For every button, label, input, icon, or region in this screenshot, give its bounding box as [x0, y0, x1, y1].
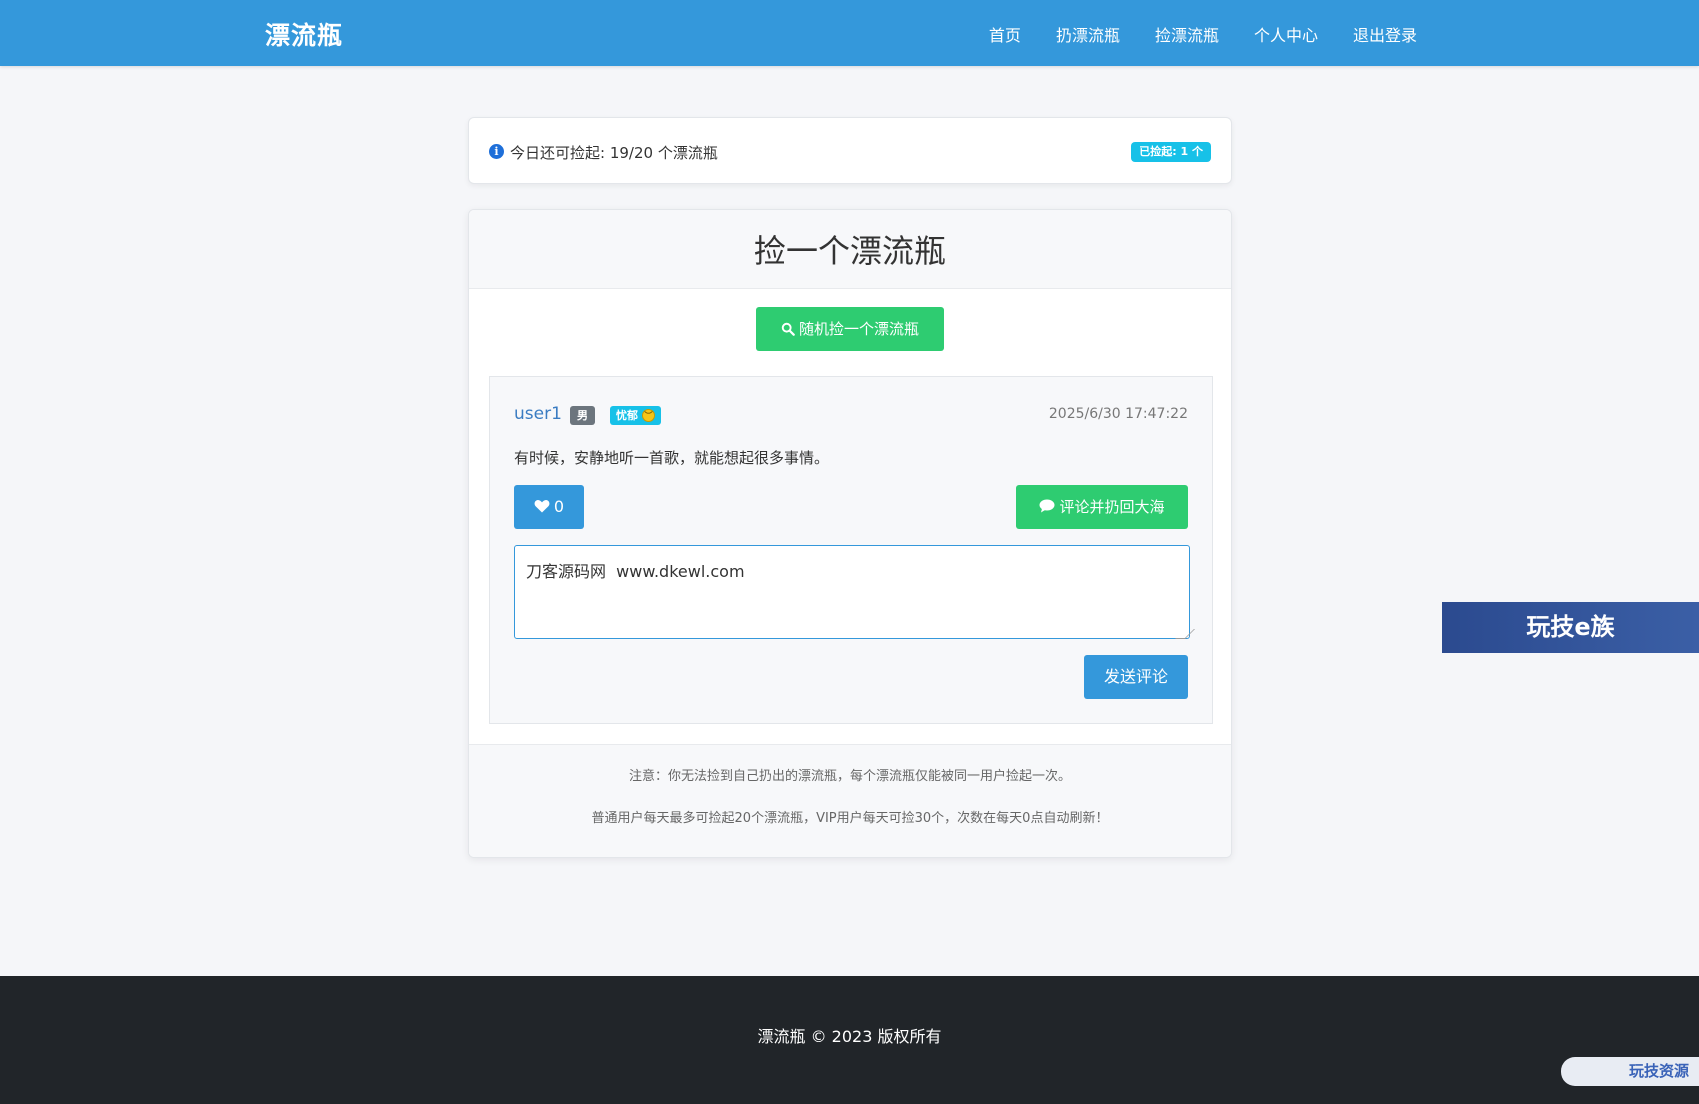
- nav-throw-bottle[interactable]: 扔漂流瓶: [1056, 22, 1120, 46]
- note-text: 普通用户每天最多可捡起20个漂流瓶，VIP用户每天可捡30个，次数在每天0点自动…: [591, 811, 1109, 826]
- random-pick-button[interactable]: 随机捡一个漂流瓶: [756, 307, 944, 351]
- search-icon: [781, 322, 795, 336]
- page-title: 捡一个漂流瓶: [753, 232, 946, 270]
- quota-text: 今日还可捡起: 19/20 个漂流瓶: [510, 144, 718, 162]
- corner-watermark-logo: 玩技资源: [1561, 1057, 1699, 1086]
- picked-count-badge: 已捡起: 1 个: [1131, 142, 1211, 162]
- random-pick-label: 随机捡一个漂流瓶: [798, 320, 919, 338]
- gender-badge: 男: [570, 406, 595, 425]
- like-button[interactable]: 0: [514, 485, 584, 529]
- nav-pick-bottle[interactable]: 捡漂流瓶: [1155, 22, 1219, 46]
- card-header: 捡一个漂流瓶: [469, 210, 1231, 289]
- bottle-item: user1 男 忧郁 ︶ 2025/6/30 17:47:22 有时候，安静地听…: [489, 376, 1213, 724]
- comment-and-toss-button[interactable]: 评论并扔回大海: [1016, 485, 1188, 529]
- top-navbar: 漂流瓶 首页 扔漂流瓶 捡漂流瓶 个人中心 退出登录: [0, 0, 1699, 66]
- nav-home[interactable]: 首页: [989, 22, 1021, 46]
- bottle-username[interactable]: user1: [514, 404, 562, 424]
- like-count: 0: [553, 497, 565, 516]
- page-footer: 漂流瓶 © 2023 版权所有: [0, 976, 1699, 1104]
- comment-icon: [1039, 499, 1055, 513]
- pick-bottle-card: 捡一个漂流瓶 随机捡一个漂流瓶 user1 男 忧郁 ︶ 2025/6/30 1…: [468, 209, 1232, 858]
- nav-profile[interactable]: 个人中心: [1254, 22, 1318, 46]
- comment-and-toss-label: 评论并扔回大海: [1059, 498, 1165, 516]
- nav-links: 首页 扔漂流瓶 捡漂流瓶 个人中心 退出登录: [954, 22, 1417, 46]
- copyright-text: 漂流瓶 © 2023 版权所有: [757, 1027, 942, 1046]
- side-ad-banner[interactable]: 玩技e族: [1442, 602, 1699, 653]
- send-comment-button[interactable]: 发送评论: [1084, 655, 1188, 699]
- nav-logout[interactable]: 退出登录: [1353, 22, 1417, 46]
- bottle-timestamp: 2025/6/30 17:47:22: [1048, 406, 1188, 422]
- note-text: 注意：你无法捡到自己扔出的漂流瓶，每个漂流瓶仅能被同一用户捡起一次。: [628, 769, 1071, 784]
- comment-textarea[interactable]: [514, 545, 1190, 639]
- daily-quota-card: i 今日还可捡起: 19/20 个漂流瓶 已捡起: 1 个: [468, 117, 1232, 184]
- card-footer: 注意：你无法捡到自己扔出的漂流瓶，每个漂流瓶仅能被同一用户捡起一次。 普通用户每…: [469, 744, 1231, 857]
- sad-face-emoji-icon: ︶: [642, 409, 655, 422]
- heart-icon: [534, 500, 550, 513]
- brand-logo[interactable]: 漂流瓶: [265, 16, 343, 52]
- info-icon: i: [489, 144, 504, 159]
- bottle-content: 有时候，安静地听一首歌，就能想起很多事情。: [514, 449, 830, 467]
- mood-badge: 忧郁 ︶: [610, 406, 661, 425]
- mood-label: 忧郁: [616, 409, 638, 422]
